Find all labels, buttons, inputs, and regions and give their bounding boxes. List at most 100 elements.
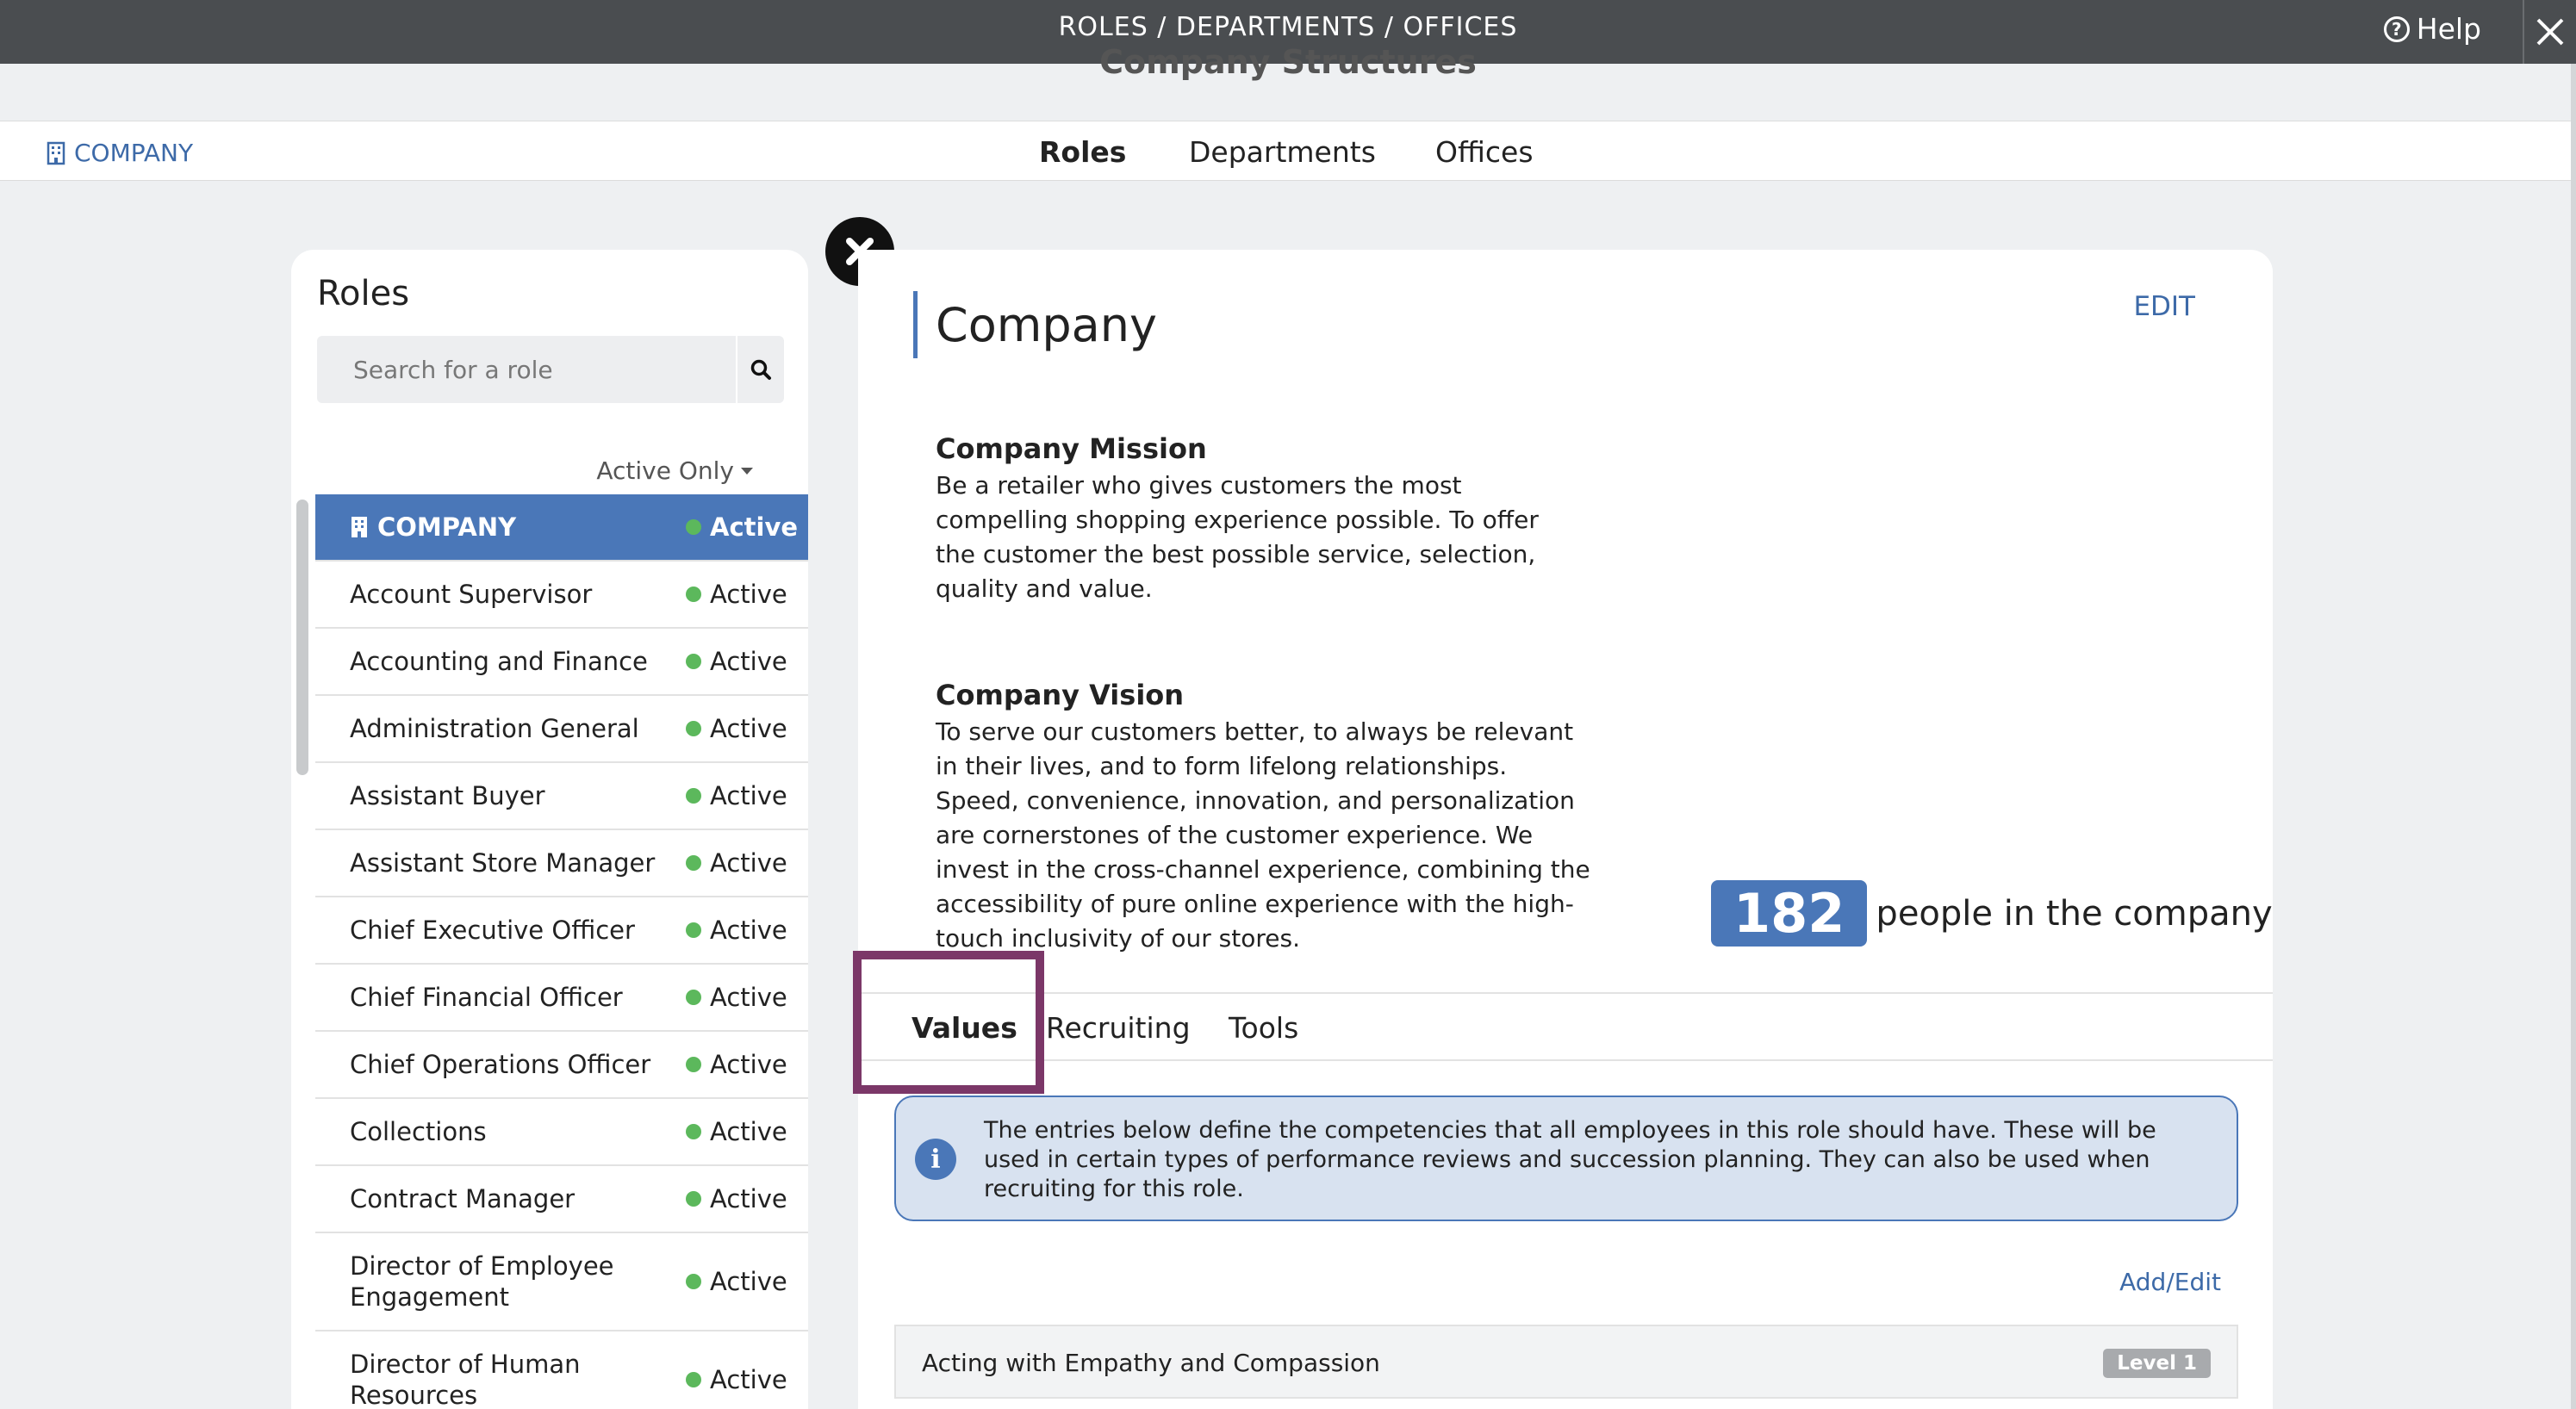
vision-heading: Company Vision bbox=[936, 679, 1185, 711]
role-item[interactable]: Administration General Active bbox=[315, 696, 808, 763]
company-breadcrumb-link[interactable]: COMPANY bbox=[47, 139, 193, 167]
tab-recruiting[interactable]: Recruiting bbox=[1046, 1011, 1191, 1045]
role-status: Active bbox=[686, 714, 808, 743]
people-count: 182 people in the company bbox=[1711, 880, 2273, 947]
help-label: Help bbox=[2416, 12, 2481, 46]
tab-tools[interactable]: Tools bbox=[1229, 1011, 1298, 1045]
role-item[interactable]: Director of Employee Engagement Active bbox=[315, 1233, 808, 1331]
active-dot-icon bbox=[686, 788, 701, 804]
mission-heading: Company Mission bbox=[936, 432, 1207, 465]
tab-roles[interactable]: Roles bbox=[1039, 135, 1126, 169]
active-dot-icon bbox=[686, 721, 701, 736]
page-scrollbar[interactable] bbox=[2571, 64, 2576, 1409]
role-status: Active bbox=[686, 781, 808, 810]
role-list: COMPANY Active Account Supervisor Active… bbox=[315, 494, 808, 1409]
level-badge: Level 1 bbox=[2103, 1349, 2211, 1378]
role-status: Active bbox=[686, 580, 808, 609]
role-item[interactable]: Accounting and Finance Active bbox=[315, 629, 808, 696]
role-search-input[interactable] bbox=[317, 336, 731, 403]
role-status: Active bbox=[686, 512, 808, 542]
role-name: Director of Human Resources bbox=[350, 1350, 581, 1409]
role-status-text: Active bbox=[710, 580, 787, 609]
role-status-text: Active bbox=[710, 1184, 787, 1213]
detail-tabs: Values Recruiting Tools bbox=[858, 992, 2273, 1061]
role-status-text: Active bbox=[710, 1267, 787, 1296]
role-name: Assistant Buyer bbox=[350, 781, 545, 810]
tab-offices[interactable]: Offices bbox=[1435, 135, 1534, 169]
people-count-badge: 182 bbox=[1711, 880, 1868, 947]
roles-panel-title: Roles bbox=[317, 274, 410, 313]
tab-departments[interactable]: Departments bbox=[1189, 135, 1376, 169]
role-item[interactable]: Assistant Store Manager Active bbox=[315, 830, 808, 897]
active-dot-icon bbox=[686, 990, 701, 1005]
role-status: Active bbox=[686, 1267, 808, 1296]
role-status: Active bbox=[686, 983, 808, 1012]
role-name: Administration General bbox=[350, 714, 639, 743]
role-name: Accounting and Finance bbox=[350, 647, 648, 676]
role-detail-panel: Company EDIT Company Mission Be a retail… bbox=[858, 250, 2273, 1409]
role-status-text: Active bbox=[710, 916, 787, 945]
active-dot-icon bbox=[686, 519, 701, 535]
info-banner: i The entries below define the competenc… bbox=[894, 1096, 2238, 1221]
tab-values[interactable]: Values bbox=[912, 1011, 1017, 1045]
title-accent-bar bbox=[913, 291, 918, 358]
caret-down-icon bbox=[741, 467, 753, 475]
active-dot-icon bbox=[686, 1372, 701, 1387]
role-status-text: Active bbox=[710, 714, 787, 743]
active-dot-icon bbox=[686, 654, 701, 669]
page-title: Company Structures bbox=[0, 43, 2576, 81]
role-name: Chief Operations Officer bbox=[350, 1050, 651, 1079]
role-status: Active bbox=[686, 1117, 808, 1146]
help-button[interactable]: ? Help bbox=[2383, 12, 2481, 46]
role-item[interactable]: Chief Financial Officer Active bbox=[315, 965, 808, 1032]
edit-button[interactable]: EDIT bbox=[2133, 291, 2195, 322]
building-icon bbox=[352, 517, 367, 537]
role-item[interactable]: Assistant Buyer Active bbox=[315, 763, 808, 830]
role-search bbox=[317, 336, 784, 403]
role-status-text: Active bbox=[710, 983, 787, 1012]
role-list-scrollbar[interactable] bbox=[296, 500, 308, 775]
building-icon bbox=[47, 141, 65, 164]
role-status-text: Active bbox=[710, 1365, 787, 1394]
detail-title: Company bbox=[936, 298, 1157, 352]
role-name: Collections bbox=[350, 1117, 487, 1146]
role-status: Active bbox=[686, 916, 808, 945]
role-item[interactable]: Director of Human Resources Active bbox=[315, 1331, 808, 1409]
role-name: COMPANY bbox=[350, 512, 686, 543]
value-row[interactable]: Acting with Empathy and Compassion Level… bbox=[894, 1325, 2238, 1399]
active-dot-icon bbox=[686, 1191, 701, 1207]
role-status-text: Active bbox=[710, 1117, 787, 1146]
status-filter-label: Active Only bbox=[596, 456, 734, 485]
active-dot-icon bbox=[686, 1274, 701, 1289]
active-dot-icon bbox=[686, 1057, 701, 1072]
role-status: Active bbox=[686, 1365, 808, 1394]
active-dot-icon bbox=[686, 855, 701, 871]
mission-text: Be a retailer who gives customers the mo… bbox=[936, 471, 1539, 603]
role-item[interactable]: Contract Manager Active bbox=[315, 1166, 808, 1233]
info-icon: i bbox=[915, 1139, 956, 1180]
role-status-text: Active bbox=[710, 781, 787, 810]
role-status-text: Active bbox=[710, 1050, 787, 1079]
role-status: Active bbox=[686, 848, 808, 878]
active-dot-icon bbox=[686, 1124, 701, 1139]
people-count-label: people in the company bbox=[1876, 893, 2273, 934]
role-item[interactable]: Account Supervisor Active bbox=[315, 562, 808, 629]
vision-text: To serve our customers better, to always… bbox=[936, 717, 1590, 953]
add-edit-values-link[interactable]: Add/Edit bbox=[2119, 1268, 2221, 1296]
company-link-label: COMPANY bbox=[74, 139, 194, 167]
role-item[interactable]: Chief Operations Officer Active bbox=[315, 1032, 808, 1099]
info-text: The entries below define the competencie… bbox=[984, 1117, 2156, 1202]
role-status: Active bbox=[686, 647, 808, 676]
status-filter-dropdown[interactable]: Active Only bbox=[596, 456, 753, 485]
role-item[interactable]: Chief Executive Officer Active bbox=[315, 897, 808, 965]
role-item-company[interactable]: COMPANY Active bbox=[315, 494, 808, 562]
role-status-text: Active bbox=[710, 647, 787, 676]
role-name: Contract Manager bbox=[350, 1184, 576, 1213]
role-status: Active bbox=[686, 1184, 808, 1213]
role-status-text: Active bbox=[710, 848, 787, 878]
role-name: Assistant Store Manager bbox=[350, 848, 656, 878]
search-button[interactable] bbox=[736, 336, 784, 403]
role-status: Active bbox=[686, 1050, 808, 1079]
search-icon bbox=[750, 359, 771, 380]
role-item[interactable]: Collections Active bbox=[315, 1099, 808, 1166]
